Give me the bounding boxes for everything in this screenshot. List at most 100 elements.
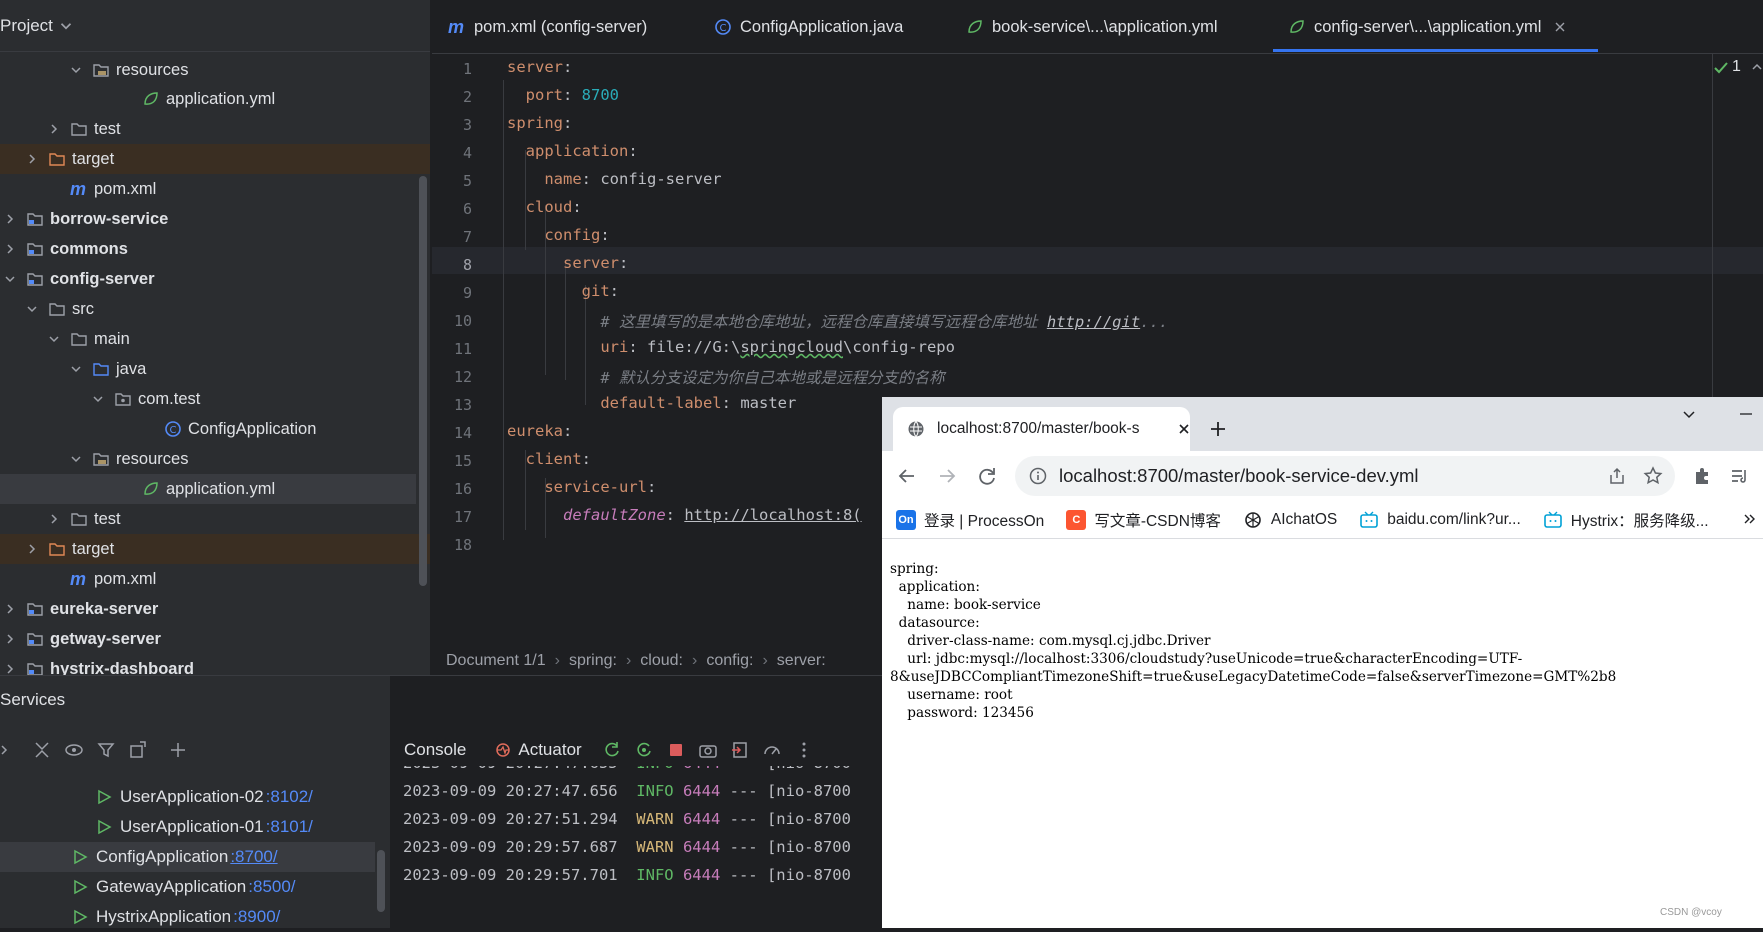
eye-icon[interactable]	[64, 740, 84, 760]
chevron-right-icon[interactable]	[2, 631, 18, 647]
chevron-down-icon[interactable]	[24, 301, 40, 317]
tree-item-resources[interactable]: resources	[0, 444, 430, 474]
reload-icon[interactable]	[976, 465, 998, 487]
service-item-userapplication-02[interactable]: UserApplication-02:8102/	[0, 782, 375, 812]
chevron-down-icon[interactable]	[68, 361, 84, 377]
address-bar[interactable]: localhost:8700/master/book-service-dev.y…	[1015, 456, 1675, 496]
tree-item-java[interactable]: java	[0, 354, 430, 384]
chevron-right-icon[interactable]	[46, 121, 62, 137]
tree-item-configapplication[interactable]: C ConfigApplication	[0, 414, 430, 444]
chevron-down-icon[interactable]	[68, 451, 84, 467]
bookmark-item[interactable]: AIchatOS	[1243, 510, 1337, 530]
tree-item-src[interactable]: src	[0, 294, 430, 324]
chevron-down-icon[interactable]	[1680, 405, 1698, 423]
tree-item-target[interactable]: target	[0, 144, 430, 174]
service-port-link[interactable]: :8102/	[266, 787, 313, 807]
bookmark-item[interactable]: On 登录 | ProcessOn	[896, 509, 1044, 531]
browser-tab[interactable]: localhost:8700/master/book-s	[893, 407, 1190, 451]
default-zone-link[interactable]: http://localhost:8(	[684, 506, 861, 524]
extensions-icon[interactable]	[1692, 466, 1712, 486]
gauge-icon[interactable]	[762, 740, 782, 760]
tab-pom-xml[interactable]: m pom.xml (config-server)	[448, 0, 647, 54]
chevron-right-icon[interactable]	[24, 541, 40, 557]
service-port-link[interactable]: :8101/	[266, 817, 313, 837]
exit-icon[interactable]	[730, 740, 750, 760]
tree-item-application-yml[interactable]: application.yml	[0, 474, 416, 504]
tree-item-eureka-server[interactable]: eureka-server	[0, 594, 430, 624]
tree-item-borrow-service[interactable]: borrow-service	[0, 204, 430, 234]
info-icon[interactable]	[1029, 467, 1047, 485]
new-tab-icon[interactable]	[1208, 419, 1228, 439]
inspection-widget[interactable]: 1	[1713, 58, 1763, 76]
rerun-icon[interactable]	[602, 740, 622, 760]
log-line: 2023-09-09 20:27:47.656 INFO 6444 --- [n…	[403, 782, 851, 800]
tree-item-getway-server[interactable]: getway-server	[0, 624, 430, 654]
breadcrumb-item[interactable]: cloud:	[640, 652, 683, 670]
chevron-right-icon[interactable]	[46, 511, 62, 527]
stop-icon[interactable]	[666, 740, 686, 760]
tab-actuator[interactable]: Actuator	[480, 735, 595, 765]
chevron-down-icon[interactable]	[46, 331, 62, 347]
tab-config-application[interactable]: C ConfigApplication.java	[714, 0, 903, 54]
chevron-right-icon[interactable]	[2, 211, 18, 227]
share-icon[interactable]	[1607, 466, 1627, 486]
tree-item-test[interactable]: test	[0, 504, 430, 534]
collapse-all-icon[interactable]	[0, 740, 20, 760]
tree-item-target[interactable]: target	[0, 534, 430, 564]
back-icon[interactable]	[896, 465, 918, 487]
forward-icon[interactable]	[936, 465, 958, 487]
tree-item-commons[interactable]: commons	[0, 234, 430, 264]
tree-item-com-test[interactable]: com.test	[0, 384, 430, 414]
chevron-down-icon[interactable]	[57, 17, 75, 35]
bookmark-item[interactable]: C 写文章-CSDN博客	[1066, 509, 1221, 531]
breadcrumb-item[interactable]: spring:	[569, 652, 617, 670]
service-port-link[interactable]: :8500/	[248, 877, 295, 897]
project-scrollbar[interactable]	[419, 176, 427, 586]
expand-icon[interactable]	[32, 740, 52, 760]
service-item-userapplication-01[interactable]: UserApplication-01:8101/	[0, 812, 375, 842]
tree-item-main[interactable]: main	[0, 324, 430, 354]
service-item-configapplication[interactable]: ConfigApplication:8700/	[0, 842, 375, 872]
comment-link[interactable]: http://git	[1047, 313, 1140, 331]
chevron-down-icon[interactable]	[2, 271, 18, 287]
minimize-icon[interactable]	[1737, 405, 1755, 423]
more-icon[interactable]	[794, 740, 814, 760]
restart-icon[interactable]	[634, 740, 654, 760]
breadcrumb-item[interactable]: Document 1/1	[446, 652, 546, 670]
bookmark-star-icon[interactable]	[1643, 466, 1663, 486]
tree-item-pom-xml[interactable]: m pom.xml	[0, 564, 430, 594]
close-icon[interactable]	[1177, 422, 1190, 436]
maven-icon: m	[70, 179, 87, 199]
service-port-link[interactable]: :8700/	[230, 847, 277, 867]
breadcrumb-item[interactable]: server:	[777, 652, 826, 670]
tab-config-server-yml[interactable]: config-server\...\application.yml	[1288, 0, 1567, 54]
chevron-down-icon[interactable]	[90, 391, 106, 407]
class-icon: C	[164, 420, 182, 438]
chevron-right-icon[interactable]	[2, 241, 18, 257]
bookmark-item[interactable]: Hystrix：服务降级...	[1543, 509, 1709, 531]
chevron-right-icon[interactable]	[2, 601, 18, 617]
close-icon[interactable]	[1553, 20, 1567, 34]
tree-item-test[interactable]: test	[0, 114, 430, 144]
service-item-gatewayapplication[interactable]: GatewayApplication:8500/	[0, 872, 375, 902]
services-scrollbar[interactable]	[377, 850, 385, 912]
add-icon[interactable]	[168, 740, 188, 760]
camera-icon[interactable]	[698, 740, 718, 760]
service-port-link[interactable]: :8900/	[233, 907, 280, 927]
tree-item-config-server[interactable]: config-server	[0, 264, 430, 294]
tree-item-pom-xml[interactable]: m pom.xml	[0, 174, 430, 204]
chevron-right-icon[interactable]	[24, 151, 40, 167]
new-tab-icon[interactable]	[128, 740, 148, 760]
chevron-down-icon[interactable]	[68, 62, 84, 78]
reading-list-icon[interactable]	[1730, 466, 1750, 486]
filter-icon[interactable]	[96, 740, 116, 760]
chevron-up-icon[interactable]	[1749, 59, 1763, 75]
tab-console[interactable]: Console	[390, 735, 480, 765]
bookmark-item[interactable]: baidu.com/link?ur...	[1359, 510, 1521, 530]
tree-item-application-yml[interactable]: application.yml	[0, 84, 430, 114]
project-header[interactable]: Project	[0, 0, 430, 52]
chevron-right-icon[interactable]	[1742, 512, 1756, 526]
breadcrumb-item[interactable]: config:	[706, 652, 753, 670]
tree-item-resources[interactable]: resources	[0, 55, 430, 85]
tab-book-service-yml[interactable]: book-service\...\application.yml	[966, 0, 1218, 54]
